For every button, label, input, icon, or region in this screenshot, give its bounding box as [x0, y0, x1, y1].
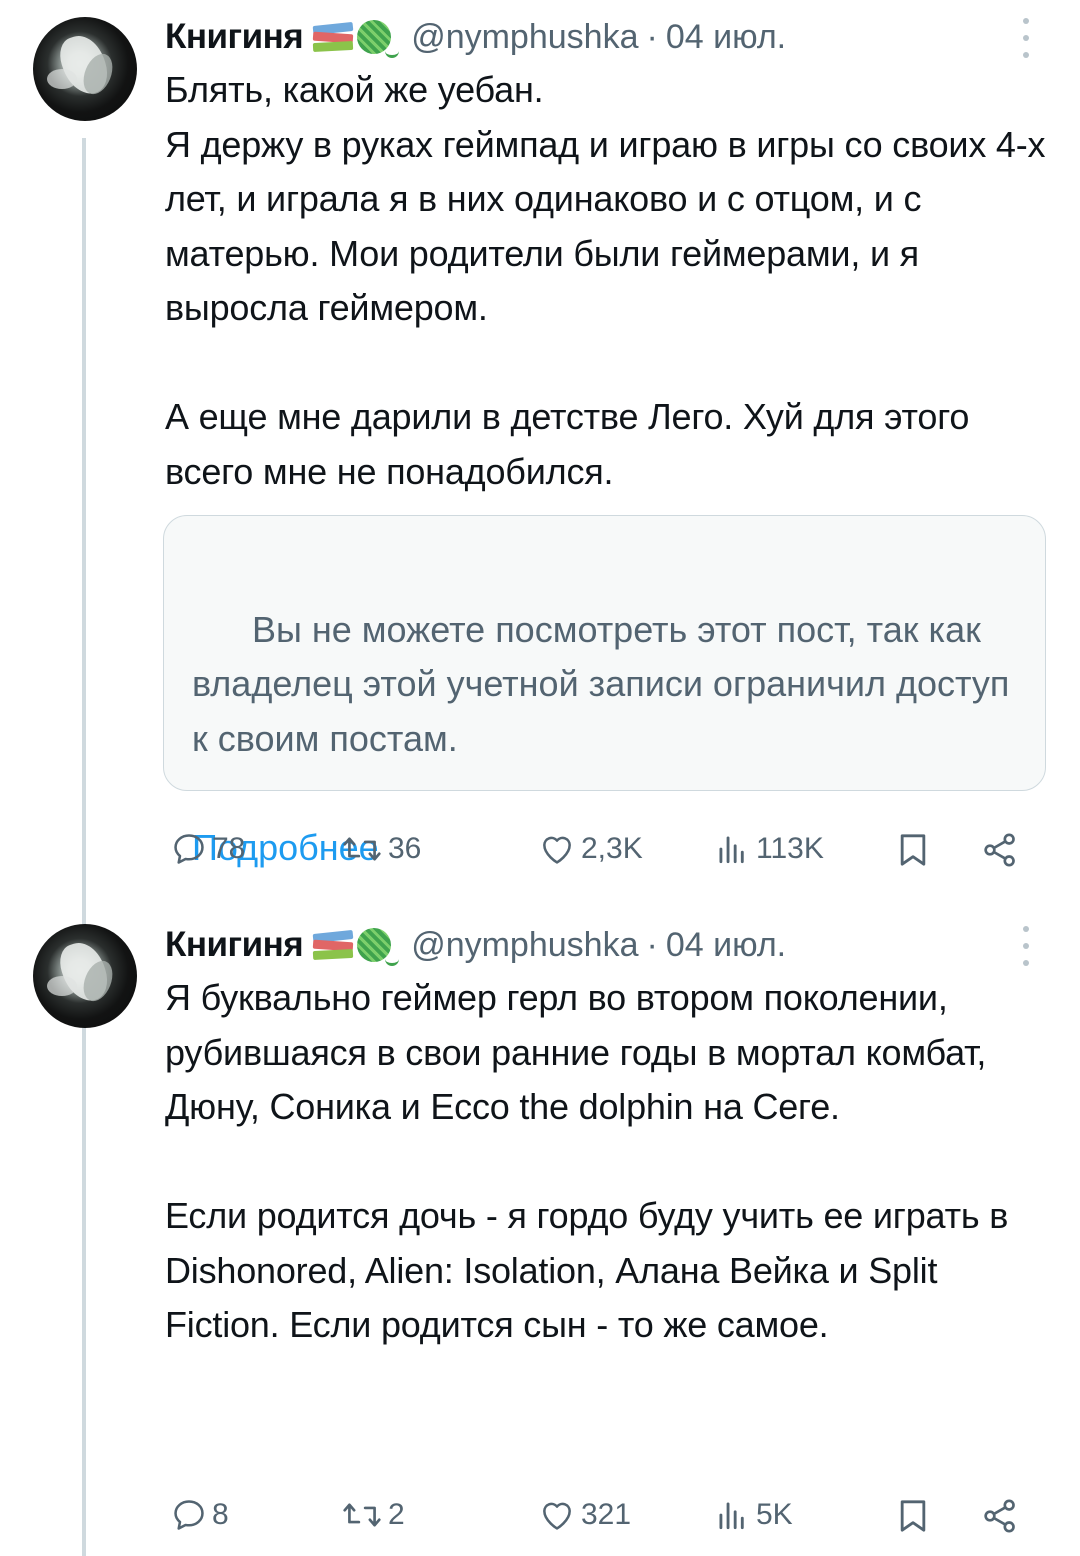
more-options-icon[interactable] [1016, 926, 1036, 966]
retweet-icon [343, 837, 381, 861]
bookmark-icon [900, 834, 926, 866]
reply-icon [174, 834, 204, 864]
retweet-button[interactable]: 36 [340, 830, 421, 868]
tweet[interactable]: Книгиня @nymphushka · 04 июл. Я буквальн… [0, 910, 1080, 1556]
bookmark-button[interactable] [893, 1496, 933, 1536]
views-button[interactable]: 5K [712, 1496, 793, 1534]
retweet-count: 2 [388, 1498, 405, 1531]
share-button[interactable] [980, 830, 1020, 870]
share-button[interactable] [980, 1496, 1020, 1536]
reply-count: 78 [212, 832, 246, 865]
tweet[interactable]: Книгиня @nymphushka · 04 июл. Блять, как… [0, 0, 1080, 900]
tweet-date[interactable]: 04 июл. [666, 926, 786, 965]
retweet-count: 36 [388, 832, 422, 865]
like-count: 321 [581, 1498, 632, 1531]
views-count: 113K [756, 832, 824, 865]
share-icon [984, 833, 1015, 867]
like-button[interactable]: 321 [537, 1496, 631, 1534]
books-emoji [311, 928, 355, 962]
share-icon [984, 1499, 1015, 1533]
author-handle[interactable]: @nymphushka [411, 18, 638, 57]
bookmark-icon [900, 1500, 926, 1532]
views-chart-icon [719, 1502, 744, 1530]
views-count: 5K [756, 1498, 793, 1531]
retweet-icon [343, 1503, 381, 1527]
heart-icon [543, 1502, 571, 1530]
avatar[interactable] [33, 17, 137, 121]
more-options-icon[interactable] [1016, 18, 1036, 58]
tweet-text: Я буквально геймер герл во втором поколе… [165, 977, 1009, 1345]
retweet-button[interactable]: 2 [340, 1496, 405, 1534]
separator-dot: · [646, 17, 658, 56]
quoted-post-unavailable[interactable]: Вы не можете посмотреть этот пост, так к… [163, 515, 1046, 868]
books-emoji [311, 20, 355, 54]
author-handle[interactable]: @nymphushka [411, 926, 638, 965]
author-name[interactable]: Книгиня [165, 925, 304, 965]
tweet-header: Книгиня @nymphushka · 04 июл. [165, 922, 786, 968]
author-emoji [311, 20, 400, 58]
reply-icon [174, 1500, 204, 1530]
like-count: 2,3K [581, 832, 643, 865]
views-chart-icon [719, 836, 744, 864]
heart-icon [543, 836, 571, 864]
author-emoji [311, 928, 400, 966]
avatar[interactable] [33, 924, 137, 1028]
action-bar: 8 2 321 5K [165, 1492, 1045, 1542]
like-button[interactable]: 2,3K [537, 830, 643, 868]
yarn-emoji [357, 20, 400, 58]
tweet-date[interactable]: 04 июл. [666, 18, 786, 57]
bookmark-button[interactable] [893, 830, 933, 870]
tweet-text: Блять, какой же уебан. Я держу в руках г… [165, 69, 1046, 492]
views-button[interactable]: 113K [712, 830, 824, 868]
tweet-header: Книгиня @nymphushka · 04 июл. [165, 14, 786, 60]
reply-count: 8 [212, 1498, 229, 1531]
reply-button[interactable]: 8 [170, 1496, 229, 1534]
reply-button[interactable]: 78 [170, 830, 245, 868]
separator-dot: · [646, 925, 658, 964]
yarn-emoji [357, 928, 400, 966]
action-bar: 78 36 2,3K 113K [165, 824, 1045, 874]
author-name[interactable]: Книгиня [165, 17, 304, 57]
quote-message: Вы не можете посмотреть этот пост, так к… [192, 608, 1020, 759]
